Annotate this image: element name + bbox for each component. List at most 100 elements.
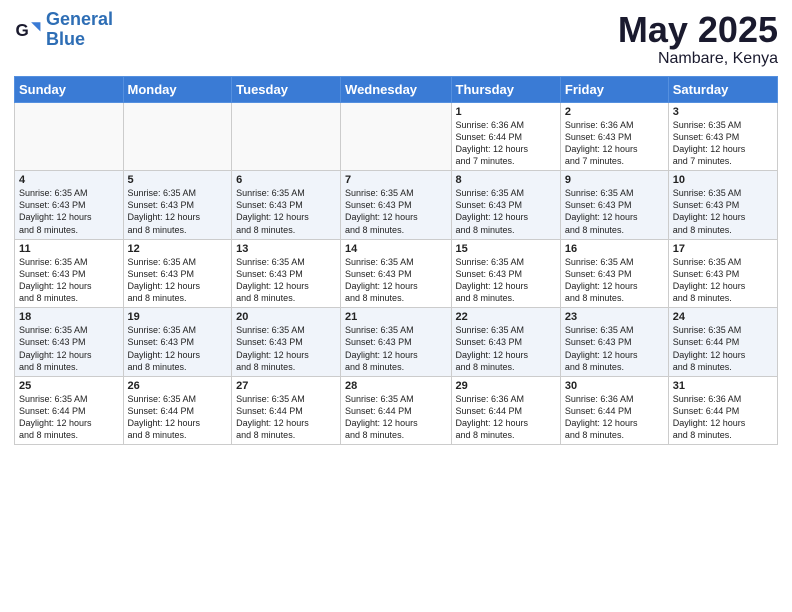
day-number: 19	[128, 311, 228, 323]
calendar-cell: 10Sunrise: 6:35 AM Sunset: 6:43 PM Dayli…	[668, 171, 777, 240]
day-number: 9	[565, 174, 664, 186]
calendar-cell: 16Sunrise: 6:35 AM Sunset: 6:43 PM Dayli…	[560, 239, 668, 308]
day-info: Sunrise: 6:35 AM Sunset: 6:44 PM Dayligh…	[673, 324, 773, 373]
calendar-cell	[123, 102, 232, 171]
day-info: Sunrise: 6:35 AM Sunset: 6:43 PM Dayligh…	[673, 119, 773, 168]
calendar-cell	[232, 102, 341, 171]
day-info: Sunrise: 6:35 AM Sunset: 6:43 PM Dayligh…	[19, 324, 119, 373]
day-number: 13	[236, 243, 336, 255]
logo-general: General	[46, 9, 113, 29]
calendar-cell: 15Sunrise: 6:35 AM Sunset: 6:43 PM Dayli…	[451, 239, 560, 308]
day-info: Sunrise: 6:35 AM Sunset: 6:43 PM Dayligh…	[345, 187, 446, 236]
calendar-cell: 19Sunrise: 6:35 AM Sunset: 6:43 PM Dayli…	[123, 308, 232, 377]
calendar-week-row: 25 Sunrise: 6:35 AM Sunset: 6:44 PM Dayli…	[15, 376, 778, 445]
day-number: 30	[565, 380, 664, 392]
calendar-cell: 4Sunrise: 6:35 AM Sunset: 6:43 PM Daylig…	[15, 171, 124, 240]
calendar-cell: 2Sunrise: 6:36 AM Sunset: 6:43 PM Daylig…	[560, 102, 668, 171]
logo-text: General Blue	[46, 10, 113, 50]
calendar-cell: 25Sunrise: 6:35 AM Sunset: 6:44 PM Dayli…	[15, 376, 124, 445]
day-number: 4	[19, 174, 119, 186]
day-info: Sunrise: 6:35 AM Sunset: 6:43 PM Dayligh…	[345, 324, 446, 373]
calendar-cell: 13Sunrise: 6:35 AM Sunset: 6:43 PM Dayli…	[232, 239, 341, 308]
calendar-header-sunday: Sunday	[15, 76, 124, 102]
day-info: Sunrise: 6:35 AM Sunset: 6:43 PM Dayligh…	[345, 256, 446, 305]
logo: G General Blue	[14, 10, 113, 50]
day-number: 20	[236, 311, 336, 323]
header: G General Blue May 2025 Nambare, Kenya	[14, 10, 778, 68]
calendar-header-friday: Friday	[560, 76, 668, 102]
calendar-cell: 9Sunrise: 6:35 AM Sunset: 6:43 PM Daylig…	[560, 171, 668, 240]
day-number: 15	[456, 243, 556, 255]
page: G General Blue May 2025 Nambare, Kenya S…	[0, 0, 792, 612]
calendar-cell	[341, 102, 451, 171]
day-number: 31	[673, 380, 773, 392]
calendar-cell: 24Sunrise: 6:35 AM Sunset: 6:44 PM Dayli…	[668, 308, 777, 377]
calendar-cell: 31Sunrise: 6:36 AM Sunset: 6:44 PM Dayli…	[668, 376, 777, 445]
calendar-cell: 20Sunrise: 6:35 AM Sunset: 6:43 PM Dayli…	[232, 308, 341, 377]
calendar-week-row: 1Sunrise: 6:36 AM Sunset: 6:44 PM Daylig…	[15, 102, 778, 171]
day-info: Sunrise: 6:36 AM Sunset: 6:44 PM Dayligh…	[456, 393, 556, 442]
calendar-cell: 23Sunrise: 6:35 AM Sunset: 6:43 PM Dayli…	[560, 308, 668, 377]
day-info: Sunrise: 6:35 AM Sunset: 6:43 PM Dayligh…	[128, 256, 228, 305]
calendar-header-thursday: Thursday	[451, 76, 560, 102]
calendar-cell: 7Sunrise: 6:35 AM Sunset: 6:43 PM Daylig…	[341, 171, 451, 240]
title-block: May 2025 Nambare, Kenya	[618, 10, 778, 68]
calendar-cell: 28Sunrise: 6:35 AM Sunset: 6:44 PM Dayli…	[341, 376, 451, 445]
calendar-header-tuesday: Tuesday	[232, 76, 341, 102]
day-number: 10	[673, 174, 773, 186]
day-info: Sunrise: 6:35 AM Sunset: 6:43 PM Dayligh…	[236, 324, 336, 373]
day-info: Sunrise: 6:35 AM Sunset: 6:44 PM Dayligh…	[128, 393, 228, 442]
calendar-cell: 30Sunrise: 6:36 AM Sunset: 6:44 PM Dayli…	[560, 376, 668, 445]
calendar-week-row: 11Sunrise: 6:35 AM Sunset: 6:43 PM Dayli…	[15, 239, 778, 308]
day-number: 21	[345, 311, 446, 323]
calendar-table: SundayMondayTuesdayWednesdayThursdayFrid…	[14, 76, 778, 446]
day-number: 12	[128, 243, 228, 255]
day-number: 3	[673, 106, 773, 118]
calendar-cell: 27Sunrise: 6:35 AM Sunset: 6:44 PM Dayli…	[232, 376, 341, 445]
calendar-cell: 1Sunrise: 6:36 AM Sunset: 6:44 PM Daylig…	[451, 102, 560, 171]
calendar-cell: 29Sunrise: 6:36 AM Sunset: 6:44 PM Dayli…	[451, 376, 560, 445]
day-info: Sunrise: 6:35 AM Sunset: 6:44 PM Dayligh…	[236, 393, 336, 442]
calendar-cell: 21Sunrise: 6:35 AM Sunset: 6:43 PM Dayli…	[341, 308, 451, 377]
calendar-week-row: 18Sunrise: 6:35 AM Sunset: 6:43 PM Dayli…	[15, 308, 778, 377]
logo-blue: Blue	[46, 29, 85, 49]
day-info: Sunrise: 6:35 AM Sunset: 6:43 PM Dayligh…	[456, 187, 556, 236]
day-info: Sunrise: 6:35 AM Sunset: 6:43 PM Dayligh…	[236, 256, 336, 305]
svg-text:G: G	[16, 21, 29, 40]
day-number: 6	[236, 174, 336, 186]
day-number: 24	[673, 311, 773, 323]
day-number: 14	[345, 243, 446, 255]
day-number: 27	[236, 380, 336, 392]
day-info: Sunrise: 6:35 AM Sunset: 6:43 PM Dayligh…	[128, 187, 228, 236]
calendar-cell	[15, 102, 124, 171]
day-number: 16	[565, 243, 664, 255]
day-number: 8	[456, 174, 556, 186]
calendar-header-row: SundayMondayTuesdayWednesdayThursdayFrid…	[15, 76, 778, 102]
day-info: Sunrise: 6:36 AM Sunset: 6:44 PM Dayligh…	[456, 119, 556, 168]
day-number: 18	[19, 311, 119, 323]
calendar-cell: 22Sunrise: 6:35 AM Sunset: 6:43 PM Dayli…	[451, 308, 560, 377]
day-number: 26	[128, 380, 228, 392]
logo-icon: G	[14, 16, 42, 44]
day-info: Sunrise: 6:35 AM Sunset: 6:43 PM Dayligh…	[19, 256, 119, 305]
day-number: 28	[345, 380, 446, 392]
calendar-cell: 17Sunrise: 6:35 AM Sunset: 6:43 PM Dayli…	[668, 239, 777, 308]
day-info: Sunrise: 6:35 AM Sunset: 6:43 PM Dayligh…	[19, 187, 119, 236]
calendar-header-saturday: Saturday	[668, 76, 777, 102]
calendar-cell: 3Sunrise: 6:35 AM Sunset: 6:43 PM Daylig…	[668, 102, 777, 171]
calendar-cell: 26Sunrise: 6:35 AM Sunset: 6:44 PM Dayli…	[123, 376, 232, 445]
calendar-cell: 11Sunrise: 6:35 AM Sunset: 6:43 PM Dayli…	[15, 239, 124, 308]
calendar-header-monday: Monday	[123, 76, 232, 102]
day-number: 7	[345, 174, 446, 186]
day-info: Sunrise: 6:35 AM Sunset: 6:43 PM Dayligh…	[565, 324, 664, 373]
calendar-header-wednesday: Wednesday	[341, 76, 451, 102]
day-number: 1	[456, 106, 556, 118]
day-number: 23	[565, 311, 664, 323]
day-info: Sunrise: 6:35 AM Sunset: 6:43 PM Dayligh…	[673, 187, 773, 236]
day-info: Sunrise: 6:35 AM Sunset: 6:43 PM Dayligh…	[236, 187, 336, 236]
calendar-cell: 6Sunrise: 6:35 AM Sunset: 6:43 PM Daylig…	[232, 171, 341, 240]
day-number: 11	[19, 243, 119, 255]
calendar-week-row: 4Sunrise: 6:35 AM Sunset: 6:43 PM Daylig…	[15, 171, 778, 240]
day-number: 25	[19, 380, 119, 392]
calendar-cell: 18Sunrise: 6:35 AM Sunset: 6:43 PM Dayli…	[15, 308, 124, 377]
